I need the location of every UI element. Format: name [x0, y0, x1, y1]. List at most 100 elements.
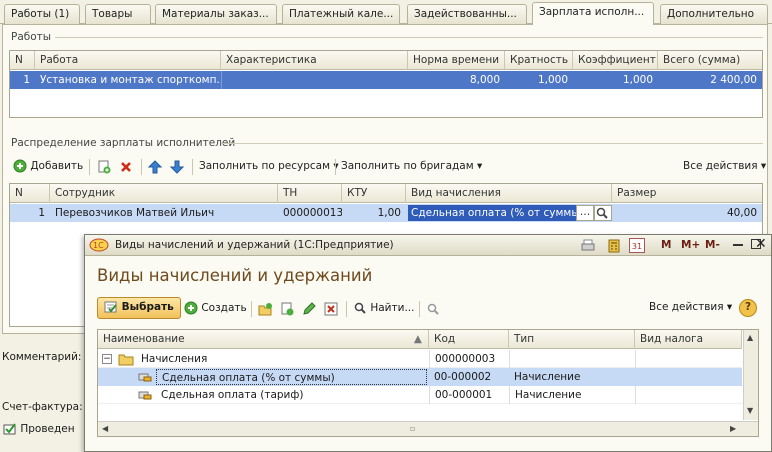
col-multiplicity[interactable]: Кратность: [505, 51, 573, 70]
fill-by-brigades-label: Заполнить по бригадам: [341, 160, 474, 172]
print-icon[interactable]: [581, 239, 595, 253]
dialog-all-actions-button[interactable]: Все действия ▾: [649, 301, 732, 313]
col-n[interactable]: N: [10, 184, 50, 203]
scroll-up-icon[interactable]: ▲: [747, 333, 753, 342]
add-button[interactable]: Добавить: [13, 159, 83, 173]
cell-characteristic[interactable]: [221, 71, 408, 89]
tab-salary[interactable]: Зарплата исполн...: [532, 2, 654, 25]
move-up-icon[interactable]: [148, 160, 162, 174]
works-table[interactable]: N Работа Характеристика Норма времени Кр…: [9, 50, 763, 118]
cancel-search-icon[interactable]: [426, 302, 440, 316]
cell-size[interactable]: 40,00: [612, 204, 762, 222]
calculator-icon[interactable]: [607, 239, 621, 253]
cell-tn[interactable]: 000000013: [278, 204, 342, 222]
tab-additional[interactable]: Дополнительно: [660, 4, 768, 24]
toolbar-separator: [192, 159, 193, 175]
cell-code: 000000003: [429, 350, 509, 368]
col-n[interactable]: N: [10, 51, 35, 70]
col-name[interactable]: Наименование ▲: [98, 330, 429, 349]
create-button[interactable]: Создать: [184, 301, 247, 315]
fill-by-resources-button[interactable]: Заполнить по ресурсам ▾: [199, 160, 339, 172]
cell-tax-type: [635, 350, 742, 368]
col-total[interactable]: Всего (сумма): [658, 51, 762, 70]
move-down-icon[interactable]: [170, 160, 184, 174]
minimize-icon[interactable]: [733, 244, 743, 246]
chevron-down-icon: ▾: [477, 160, 483, 172]
tab-bar: Работы (1) Товары Материалы заказ... Пла…: [0, 0, 772, 25]
table-row[interactable]: 1 Установка и монтаж спорткомп... 8,000 …: [10, 71, 762, 89]
accrual-type-input[interactable]: Сдельная оплата (% от суммы): [408, 205, 576, 221]
scroll-thumb[interactable]: ▫: [410, 424, 415, 433]
col-work[interactable]: Работа: [35, 51, 221, 70]
col-accrual-type[interactable]: Вид начисления: [406, 184, 612, 203]
tab-payment-calendar[interactable]: Платежный кале...: [282, 4, 400, 24]
copy-icon[interactable]: [97, 160, 111, 174]
toolbar-separator: [419, 301, 420, 317]
calendar-icon[interactable]: 31: [629, 238, 645, 253]
select-button[interactable]: …: [576, 205, 594, 221]
search-icon: [596, 207, 608, 219]
collapse-icon[interactable]: −: [102, 354, 112, 364]
scroll-down-icon[interactable]: ▼: [747, 406, 753, 415]
cell-employee[interactable]: Перевозчиков Матвей Ильич: [50, 204, 278, 222]
tab-works[interactable]: Работы (1): [4, 4, 80, 24]
cell-ktu[interactable]: 1,00: [342, 204, 406, 222]
memory-plus-button[interactable]: M+: [681, 239, 700, 251]
cell-type: Начисление: [509, 386, 635, 404]
col-size[interactable]: Размер: [612, 184, 762, 203]
col-tn[interactable]: ТН: [278, 184, 342, 203]
col-coefficient[interactable]: Коэффициент: [573, 51, 658, 70]
tab-goods[interactable]: Товары: [85, 4, 151, 24]
horizontal-scrollbar[interactable]: ◀ ▫ ▶: [98, 421, 758, 436]
svg-text:1С: 1С: [93, 241, 104, 250]
scroll-left-icon[interactable]: ◀: [102, 424, 108, 433]
tab-involved[interactable]: Задействованны...: [407, 4, 527, 24]
col-norm-time[interactable]: Норма времени: [408, 51, 505, 70]
fill-by-brigades-button[interactable]: Заполнить по бригадам ▾: [341, 160, 482, 172]
edit-icon[interactable]: [302, 302, 316, 316]
add-icon: [184, 301, 198, 315]
cell-coefficient[interactable]: 1,000: [573, 71, 658, 89]
invoice-label: Счет-фактура:: [2, 401, 83, 413]
memory-m-button[interactable]: M: [661, 239, 671, 251]
memory-minus-button[interactable]: M-: [705, 239, 720, 251]
tab-materials[interactable]: Материалы заказ...: [155, 4, 277, 24]
cell-multiplicity[interactable]: 1,000: [505, 71, 573, 89]
vertical-scrollbar[interactable]: ▲ ▼: [743, 330, 758, 420]
toolbar-separator: [335, 159, 336, 175]
table-row[interactable]: − Начисления 000000003: [98, 350, 742, 368]
col-code[interactable]: Код: [429, 330, 509, 349]
salary-group-divider: [221, 143, 763, 144]
accruals-table[interactable]: Наименование ▲ Код Тип Вид налога − Начис…: [97, 329, 759, 437]
cell-norm-time[interactable]: 8,000: [408, 71, 505, 89]
delete-icon[interactable]: [119, 160, 133, 174]
cell-code: 00-000001: [429, 386, 509, 404]
col-characteristic[interactable]: Характеристика: [221, 51, 408, 70]
col-type[interactable]: Тип: [509, 330, 635, 349]
cell-name: Сдельная оплата (тариф): [161, 389, 304, 401]
add-folder-icon[interactable]: [258, 302, 272, 316]
search-icon: [354, 302, 366, 314]
mark-delete-icon[interactable]: [324, 302, 338, 316]
col-ktu[interactable]: КТУ: [342, 184, 406, 203]
scroll-right-icon[interactable]: ▶: [730, 424, 736, 433]
cell-name: Сдельная оплата (% от суммы): [156, 369, 427, 385]
cell-work[interactable]: Установка и монтаж спорткомп...: [35, 71, 221, 89]
cell-tax-type: [635, 368, 742, 386]
add-icon: [13, 159, 27, 173]
salary-table-header: N Сотрудник ТН КТУ Вид начисления Размер: [10, 184, 762, 203]
table-row[interactable]: Сдельная оплата (% от суммы) 00-000002 Н…: [98, 368, 742, 386]
close-icon[interactable]: ✕: [755, 236, 767, 252]
table-row[interactable]: 1 Перевозчиков Матвей Ильич 000000013 1,…: [10, 204, 762, 222]
col-employee[interactable]: Сотрудник: [50, 184, 278, 203]
cell-total[interactable]: 2 400,00: [658, 71, 762, 89]
open-search-button[interactable]: [594, 205, 612, 221]
help-icon[interactable]: ?: [739, 299, 757, 317]
all-actions-button[interactable]: Все действия ▾: [683, 160, 766, 172]
table-row[interactable]: Сдельная оплата (тариф) 00-000001 Начисл…: [98, 386, 742, 404]
copy-icon[interactable]: [280, 302, 294, 316]
find-button[interactable]: Найти...: [353, 301, 414, 315]
col-tax-type[interactable]: Вид налога: [635, 330, 742, 349]
accruals-table-header: Наименование ▲ Код Тип Вид налога: [98, 330, 742, 349]
select-button[interactable]: Выбрать: [97, 297, 181, 319]
